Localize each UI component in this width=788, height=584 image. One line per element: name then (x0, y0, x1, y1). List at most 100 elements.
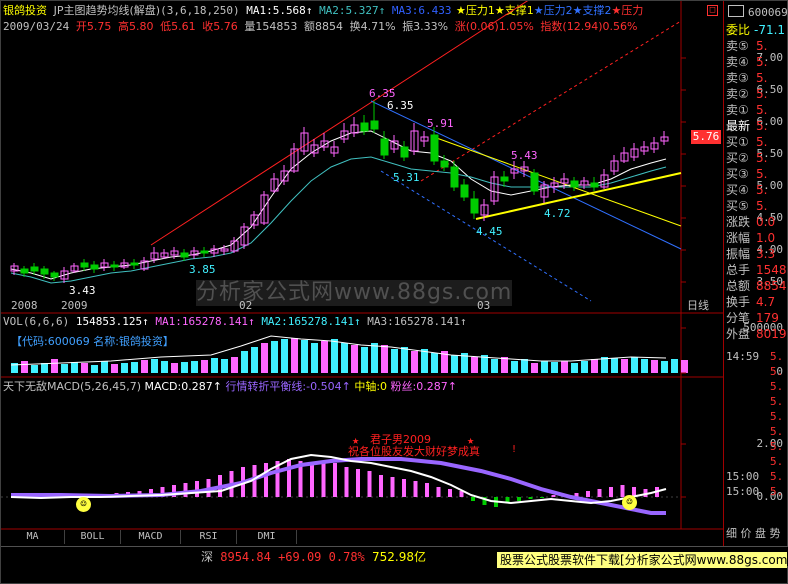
volume-bar (611, 358, 618, 373)
vol-ma2: MA2:165278.141 (261, 315, 355, 328)
quote-sidebar: 600069 委比 -71.1 卖⑤ 5. 卖④ 5. 卖③ 5. 卖② 5. 卖① 5. 最新 5. 买①… (723, 1, 788, 549)
volume-bar (31, 365, 38, 373)
price-annotation: 5.31 (393, 171, 420, 184)
volume-bar (311, 343, 318, 373)
sidebar-tabs[interactable]: 细 价 盘 势 (724, 526, 788, 541)
sidebar-quote-value: 5. (756, 103, 768, 117)
ad-banner[interactable]: 股票公式股票软件下载[分析家公式网www.88gs.com] (497, 552, 787, 568)
volume-bar (391, 349, 398, 373)
macd-title[interactable]: 天下无敌MACD(5,26,45,7) (3, 380, 141, 393)
smiley-icon: ☺ (76, 497, 91, 512)
vol-ma1: MA1:165278.141 (155, 315, 249, 328)
sidebar-quote-value: 5. (756, 199, 768, 213)
volume-bar (511, 361, 518, 373)
sidebar-quote-row: 买④ 5. (724, 183, 788, 198)
tab-boll[interactable]: BOLL (65, 530, 121, 544)
volume-bar (161, 361, 168, 373)
macd-bar (425, 483, 429, 497)
sidebar-tick-row: 14:59 5. (724, 349, 788, 364)
tab-dmi[interactable]: DMI (237, 530, 297, 544)
index-amount: 752.98亿 (372, 550, 427, 564)
candle-body (50, 272, 59, 278)
sidebar-quote-value: 5. (756, 39, 768, 53)
sidebar-quote-row: 卖③ 5. (724, 71, 788, 86)
sidebar-quote-row: 买② 5. (724, 151, 788, 166)
volume-bar (541, 361, 548, 373)
volume-bar (261, 343, 268, 373)
volume-bar (431, 353, 438, 373)
macd-bar (436, 487, 441, 497)
index-quote: 深 8954.84 +69.09 0.78% 752.98亿 (201, 550, 426, 564)
sidebar-tick-row: 5. (724, 364, 788, 379)
tick-price: 5. (770, 425, 784, 438)
tick-price: 5. (770, 395, 784, 408)
volume-bar (421, 349, 428, 373)
vol-ma3: MA3:165278.141 (367, 315, 460, 328)
sidebar-quote-row: 买① 5. (724, 135, 788, 150)
macd-bar (597, 489, 602, 497)
volume-bar (371, 343, 378, 373)
tab-macd[interactable]: MACD (121, 530, 181, 544)
macd-bar (195, 481, 199, 497)
sidebar-tick-row: 5. (724, 454, 788, 469)
time-label: 02 (239, 299, 253, 312)
volume-bar (231, 357, 238, 373)
sidebar-quote-value: 8019 (756, 327, 787, 341)
macd-bar (402, 479, 406, 497)
candle-body (20, 268, 29, 274)
volume-title[interactable]: VOL(6,6,6) (3, 315, 69, 328)
candle-body (530, 172, 539, 192)
tick-time: 15:00 (726, 470, 760, 483)
macd-balance-line (11, 457, 666, 515)
candlestick-series (10, 101, 669, 283)
macd-fans: 粉丝:0.287 (390, 380, 448, 393)
sidebar-quote-label: 买⑤ (726, 199, 749, 213)
volume-bar (561, 361, 568, 373)
sidebar-quote-row: 卖⑤ 5. (724, 39, 788, 54)
candle-body (130, 262, 139, 266)
price-annotation: 4.72 (544, 207, 571, 220)
volume-value: 154853.125 (75, 315, 143, 328)
volume-bar (151, 359, 158, 373)
macd-bar (356, 469, 360, 497)
price-annotation: 3.85 (189, 263, 216, 276)
tick-price: 5. (770, 365, 784, 378)
period-label[interactable]: 日线 (687, 299, 709, 313)
sidebar-tick-row: 5. (724, 439, 788, 454)
sidebar-tick-row: 15:00 5. (724, 484, 788, 499)
sidebar-quote-value: 1.0 (756, 231, 776, 245)
sidebar-quote-value: 5. (756, 183, 768, 197)
candle-body (430, 134, 439, 162)
window-icon[interactable] (728, 5, 744, 17)
sidebar-quote-label: 换手 (726, 295, 751, 309)
sidebar-quote-label: 最新 (726, 119, 751, 133)
candle-body (370, 120, 379, 130)
volume-bar (491, 359, 498, 373)
volume-bar (271, 341, 278, 373)
price-annotation: 5.43 (511, 149, 538, 162)
candle-body (450, 166, 459, 188)
market-label[interactable]: 深 (201, 550, 213, 564)
sidebar-quote-label: 委比 (726, 23, 751, 37)
sidebar-quote-label: 总额 (726, 279, 751, 293)
sidebar-tick-row: 5. (724, 379, 788, 394)
index-change: +69.09 (278, 550, 322, 564)
tick-time: 14:59 (726, 350, 760, 363)
volume-bar (21, 361, 28, 373)
macd-balance: 行情转折平衡线:-0.504 (225, 380, 342, 393)
volume-bar (71, 362, 78, 373)
sidebar-quote-label: 卖③ (726, 71, 749, 85)
volume-bar (571, 363, 578, 373)
tab-rsi[interactable]: RSI (181, 530, 237, 544)
volume-bar (51, 359, 58, 373)
time-label: 03 (477, 299, 491, 312)
macd-bar (448, 489, 452, 497)
sidebar-tick-row: 15:00 5. (724, 469, 788, 484)
sidebar-quote-label: 买② (726, 151, 749, 165)
tab-ma[interactable]: MA (1, 530, 65, 544)
volume-bar (411, 351, 418, 373)
volume-bar (631, 357, 638, 373)
candle-body (570, 180, 579, 188)
candle-body (40, 268, 49, 275)
candle-body (110, 264, 119, 268)
